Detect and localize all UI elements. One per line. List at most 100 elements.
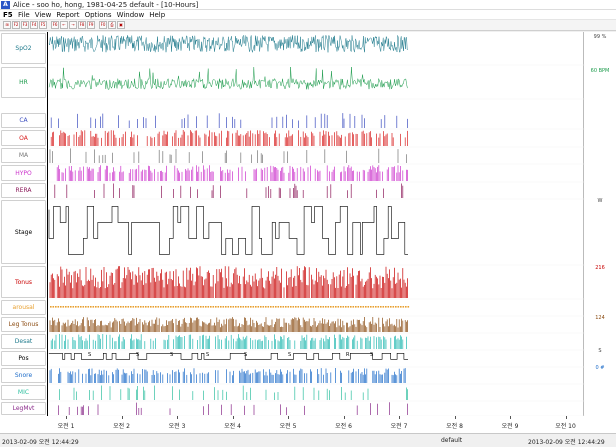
trace-arousal-dot (107, 306, 110, 308)
channel-label-oa[interactable]: OA (1, 130, 46, 146)
channel-label-pos[interactable]: Pos (1, 351, 46, 366)
trace-arousal (50, 306, 410, 308)
trace-hypo (56, 165, 408, 181)
f-icon[interactable]: F0 (99, 21, 107, 29)
channel-label-tonus[interactable]: Tonus (1, 266, 46, 298)
print-icon[interactable]: ⎙ (108, 21, 116, 29)
arrow-right-icon[interactable]: → (69, 21, 77, 29)
menu-help[interactable]: Help (149, 11, 165, 19)
channel-label-desat[interactable]: Desat (1, 334, 46, 349)
trace-arousal-dot (197, 306, 200, 308)
trace-arousal-dot (187, 306, 190, 308)
pos-marker-label: R (346, 352, 350, 358)
trace-arousal-dot (275, 306, 277, 308)
trace-ma (49, 148, 407, 163)
trace-spo2 (48, 34, 408, 53)
trace-arousal-dot (140, 306, 142, 308)
menu-window[interactable]: Window (117, 11, 145, 19)
trace-arousal-dot (252, 306, 255, 308)
spo2-scale-label: 99 % (593, 34, 607, 40)
app-logo: F5 (3, 10, 13, 19)
trace-arousal-dot (397, 306, 400, 308)
trace-arousal-dot (102, 306, 105, 308)
trace-arousal-dot (172, 306, 175, 308)
trace-arousal-dot (332, 306, 335, 308)
channel-label-leg-tonus[interactable]: Leg Tonus (1, 317, 46, 332)
time-axis-tick (343, 416, 345, 419)
trace-arousal-dot (195, 306, 197, 308)
trace-arousal-dot (320, 306, 322, 308)
trace-arousal-dot (312, 306, 315, 308)
pos-marker-label: S (170, 352, 173, 358)
signal-plot-area[interactable]: SSSSSSRS (47, 32, 585, 417)
hr-scale-label: 60 BPM (590, 68, 610, 74)
time-axis-tick (565, 416, 567, 419)
time-axis-tick (454, 416, 456, 419)
menu-options[interactable]: Options (85, 11, 112, 19)
channel-label-ma[interactable]: MA (1, 148, 46, 163)
trace-arousal-dot (392, 306, 395, 308)
trace-arousal-dot (62, 306, 65, 308)
menu-file[interactable]: File (18, 11, 30, 19)
trace-arousal-dot (390, 306, 392, 308)
trace-arousal-dot (365, 306, 367, 308)
trace-arousal-dot (232, 306, 235, 308)
menu-view[interactable]: View (35, 11, 52, 19)
trace-arousal-dot (60, 306, 62, 308)
trace-arousal-dot (372, 306, 375, 308)
trace-arousal-dot (212, 306, 215, 308)
trace-arousal-dot (85, 306, 87, 308)
status-end-time: 2013-02-09 오전 12:44:29 (528, 439, 605, 446)
trace-arousal-dot (150, 306, 152, 308)
trace-arousal-dot (345, 306, 347, 308)
trace-arousal-dot (265, 306, 267, 308)
trace-arousal-dot (297, 306, 300, 308)
menu-report[interactable]: Report (56, 11, 79, 19)
time-axis-label: 오전 2 (113, 423, 130, 430)
f-icon[interactable]: F3 (21, 21, 29, 29)
trace-arousal-dot (260, 306, 262, 308)
trace-arousal-dot (137, 306, 140, 308)
trace-arousal-dot (350, 306, 352, 308)
f-icon[interactable]: F9 (87, 21, 95, 29)
trace-arousal-dot (405, 306, 407, 308)
channel-label-rera[interactable]: RERA (1, 183, 46, 198)
trace-ca (50, 113, 408, 128)
trace-arousal-dot (357, 306, 360, 308)
trace-arousal-dot (255, 306, 257, 308)
open-icon[interactable]: ⊞ (3, 21, 11, 29)
trace-arousal-dot (352, 306, 355, 308)
time-axis-tick (121, 416, 123, 419)
channel-label-hypo[interactable]: HYPO (1, 165, 46, 181)
trace-arousal-dot (162, 306, 165, 308)
channel-label-ca[interactable]: CA (1, 113, 46, 128)
trace-arousal-dot (300, 306, 302, 308)
time-axis-tick (510, 416, 511, 419)
trace-arousal-dot (235, 306, 237, 308)
f-icon[interactable]: F6 (51, 21, 59, 29)
channel-label-mic[interactable]: MIC (1, 385, 46, 400)
channel-label-hr[interactable]: HR (1, 67, 46, 98)
trace-arousal-dot (402, 306, 405, 308)
trace-arousal-dot (72, 306, 75, 308)
channel-label-snore[interactable]: Snore (1, 368, 46, 383)
trace-arousal-dot (127, 306, 130, 308)
trace-arousal-dot (105, 306, 107, 308)
f-icon[interactable]: F8 (78, 21, 86, 29)
f-icon[interactable]: F4 (30, 21, 38, 29)
trace-arousal-dot (95, 306, 97, 308)
f-icon[interactable]: F5 (39, 21, 47, 29)
save-icon[interactable]: ▣ (117, 21, 125, 29)
arrow-left-icon[interactable]: ← (60, 21, 68, 29)
trace-arousal-dot (87, 306, 90, 308)
channel-label-spo2[interactable]: SpO2 (1, 33, 46, 64)
channel-label-stage[interactable]: Stage (1, 200, 46, 264)
channel-label-arousal[interactable]: arousal (1, 300, 46, 315)
f-icon[interactable]: F2 (12, 21, 20, 29)
time-axis-label: 오전 6 (335, 423, 352, 430)
trace-arousal-dot (285, 306, 287, 308)
trace-pos (48, 353, 408, 360)
channel-label-legmvt[interactable]: LegMvt (1, 402, 46, 415)
trace-arousal-dot (380, 306, 382, 308)
trace-arousal-dot (277, 306, 280, 308)
